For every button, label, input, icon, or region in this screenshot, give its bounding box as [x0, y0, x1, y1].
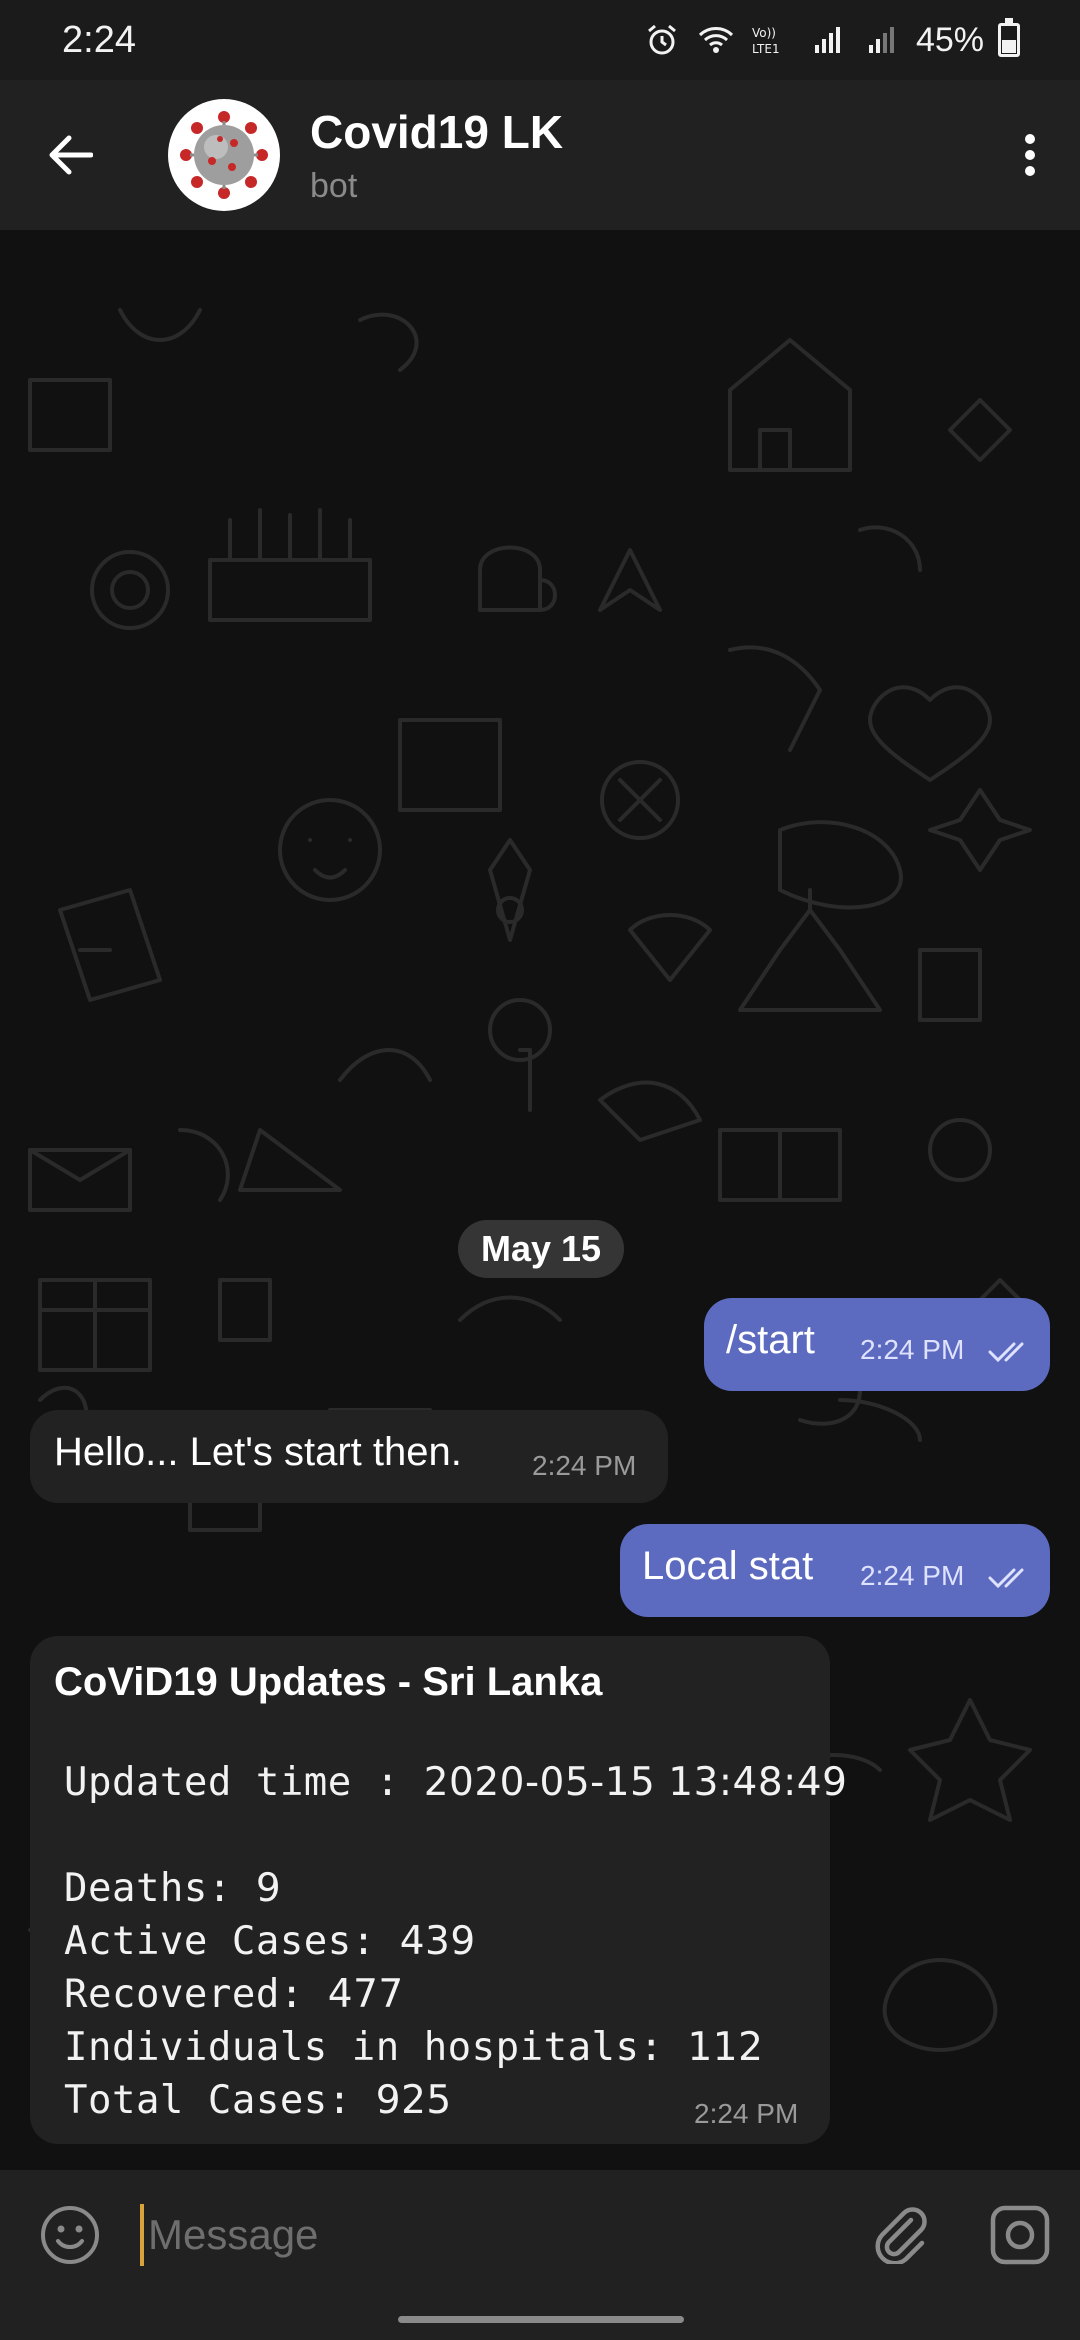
- date-separator: May 15: [458, 1220, 624, 1278]
- updated-time-value: 2020-05-15 13:48:49: [423, 1760, 848, 1805]
- emoji-button[interactable]: [0, 2170, 140, 2300]
- message-time: 2:24 PM: [860, 1334, 965, 1365]
- stat-value: 477: [327, 1972, 404, 2017]
- message-composer: [0, 2170, 1080, 2300]
- more-vertical-icon: [1025, 134, 1035, 176]
- read-checkmarks-icon: [988, 1568, 1024, 1589]
- read-checkmarks-icon: [988, 1342, 1024, 1363]
- stat-value: 439: [399, 1919, 476, 1964]
- stat-label: Individuals in hospitals:: [64, 2025, 664, 2070]
- message-time: 2:24 PM: [532, 1450, 637, 1481]
- chat-title-block[interactable]: Covid19 LK bot: [310, 105, 980, 206]
- coronavirus-avatar-icon: [174, 105, 274, 205]
- stat-line-recovered: Recovered: 477: [64, 1972, 404, 2017]
- paperclip-icon: [875, 2207, 927, 2264]
- chat-header: Covid19 LK bot: [0, 80, 1080, 230]
- stats-title: CoViD19 Updates - Sri Lanka: [54, 1660, 603, 1704]
- stat-label: Total Cases:: [64, 2078, 352, 2123]
- status-time: 2:24: [62, 18, 136, 61]
- updated-time-line: Updated time : 2020-05-15 13:48:49: [64, 1760, 847, 1805]
- chat-area[interactable]: May 15 /start 2:24 PM Hello... Let's sta…: [0, 230, 1080, 2170]
- message-text: Hello... Let's start then.: [54, 1430, 462, 1474]
- message-input[interactable]: [148, 2190, 840, 2280]
- stat-value: 925: [375, 2078, 452, 2123]
- emoji-icon: [41, 2206, 99, 2264]
- chat-subtitle: bot: [310, 166, 358, 205]
- message-bubble-outgoing[interactable]: Local stat 2:24 PM: [620, 1524, 1050, 1617]
- message-text: /start: [726, 1318, 815, 1362]
- stat-label: Recovered:: [64, 1972, 304, 2017]
- stat-line-active: Active Cases: 439: [64, 1919, 476, 1964]
- message-time: 2:24 PM: [860, 1560, 965, 1591]
- more-menu-button[interactable]: [980, 80, 1080, 230]
- battery-percent: 45%: [915, 20, 984, 59]
- wifi-icon: [696, 20, 736, 60]
- signal-icon-2: [862, 20, 902, 60]
- stat-line-hospitals: Individuals in hospitals: 112: [64, 2025, 763, 2070]
- svg-text:Vo)): Vo)): [752, 26, 776, 40]
- stats-message-bubble[interactable]: CoViD19 Updates - Sri Lanka Updated time…: [30, 1636, 847, 2144]
- back-arrow-icon: [49, 135, 93, 175]
- stat-value: 112: [687, 2025, 764, 2070]
- message-bubble-outgoing[interactable]: /start 2:24 PM: [704, 1298, 1050, 1391]
- camera-button[interactable]: [960, 2170, 1080, 2300]
- status-icons: Vo)) LTE1 45%: [642, 18, 1020, 60]
- camera-icon: [990, 2205, 1050, 2265]
- back-button[interactable]: [0, 80, 140, 230]
- home-indicator[interactable]: [398, 2316, 684, 2323]
- stat-line-deaths: Deaths: 9: [64, 1866, 281, 1911]
- status-bar: 2:24 Vo)) LTE1 45%: [0, 0, 1080, 80]
- chat-title: Covid19 LK: [310, 105, 564, 158]
- battery-icon: [998, 18, 1020, 57]
- attach-button[interactable]: [840, 2170, 960, 2300]
- system-nav-bar: [0, 2300, 1080, 2340]
- message-text: Local stat: [642, 1544, 814, 1588]
- stat-value: 9: [255, 1866, 282, 1911]
- stat-line-total: Total Cases: 925: [64, 2078, 452, 2123]
- message-bubble-incoming[interactable]: Hello... Let's start then. 2:24 PM: [30, 1410, 668, 1503]
- svg-text:LTE1: LTE1: [752, 42, 780, 56]
- avatar[interactable]: [168, 99, 280, 211]
- volte-icon: Vo)) LTE1: [750, 20, 794, 60]
- text-cursor: [140, 2204, 144, 2266]
- alarm-icon: [642, 20, 682, 60]
- stat-label: Active Cases:: [64, 1919, 376, 1964]
- signal-icon: [808, 20, 848, 60]
- stat-label: Deaths:: [64, 1866, 232, 1911]
- updated-time-label: Updated time :: [64, 1760, 400, 1805]
- message-time: 2:24 PM: [694, 2098, 799, 2129]
